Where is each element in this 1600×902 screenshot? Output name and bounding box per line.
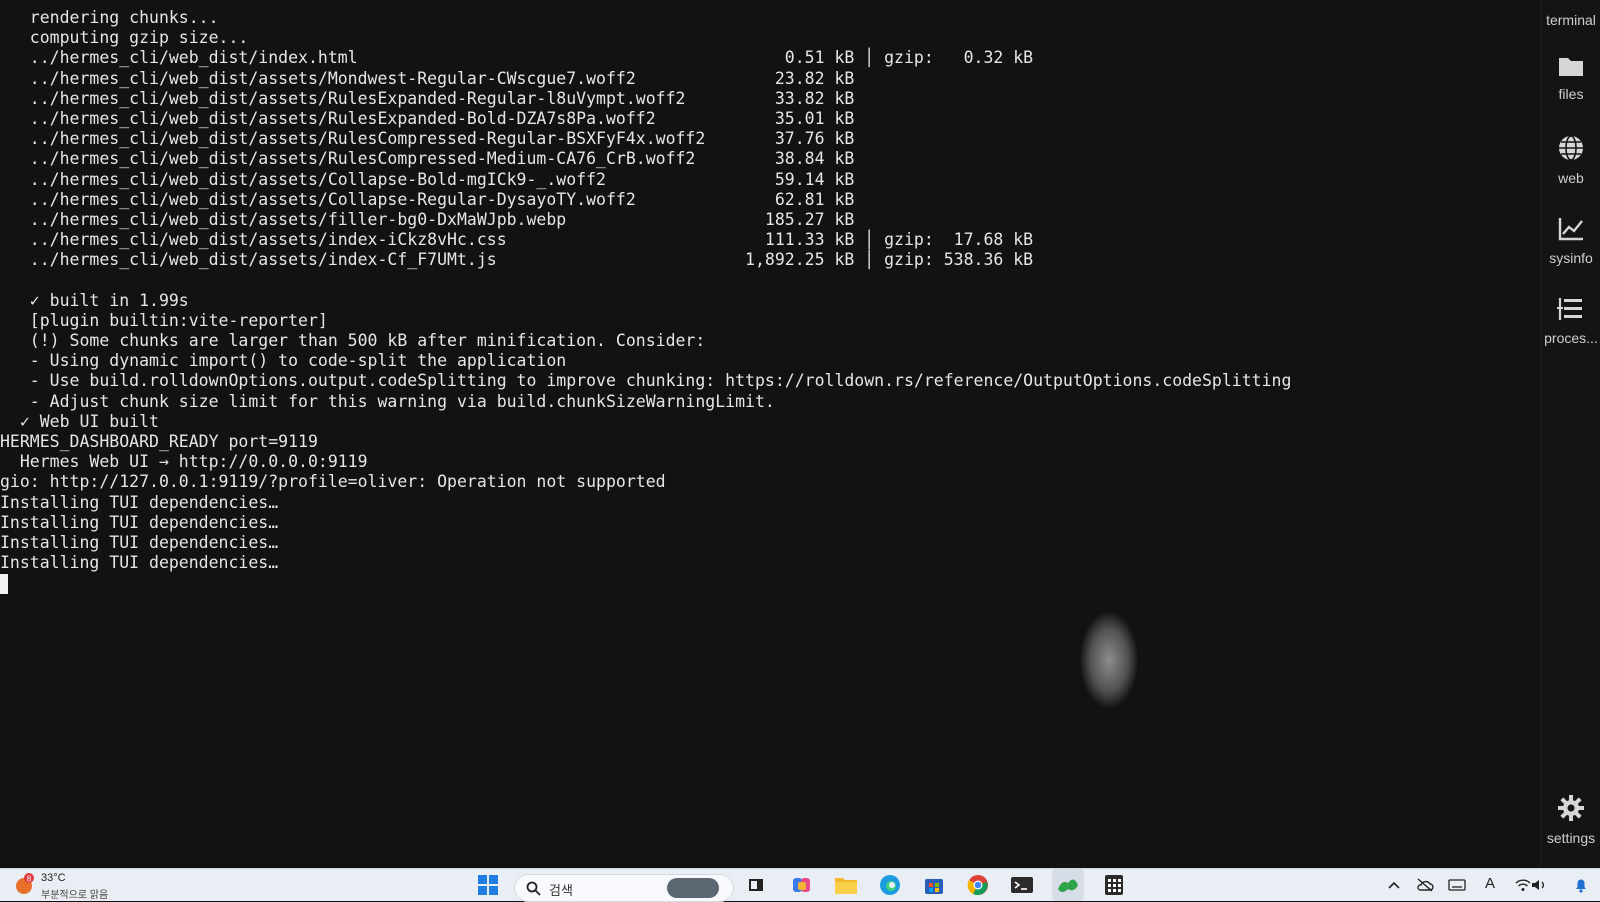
sidebar-item-sysinfo[interactable]: sysinfo xyxy=(1541,216,1600,266)
sidebar-item-label: terminal xyxy=(1546,12,1596,28)
blurred-overlay xyxy=(1080,612,1138,708)
taskbar-task-view[interactable] xyxy=(744,869,768,901)
terminal-line: Installing TUI dependencies… xyxy=(0,512,279,532)
start-button[interactable] xyxy=(474,869,502,901)
weather-sun-icon: 8 xyxy=(16,873,34,894)
terminal-line: (!) Some chunks are larger than 500 kB a… xyxy=(0,331,706,350)
sidebar-item-label: proces... xyxy=(1544,330,1598,346)
terminal-line: ../hermes_cli/web_dist/assets/index-iCkz… xyxy=(0,230,1034,250)
taskbar-search-box[interactable]: 검색 xyxy=(514,874,734,902)
terminal-line: ../hermes_cli/web_dist/assets/RulesExpan… xyxy=(0,108,855,128)
sidebar-item-web[interactable]: web xyxy=(1541,134,1600,186)
tray-notifications[interactable] xyxy=(1570,869,1592,901)
task-view-icon xyxy=(749,879,763,891)
taskbar-calculator[interactable] xyxy=(1100,869,1128,901)
terminal-cursor xyxy=(0,574,8,594)
calculator-icon xyxy=(1105,875,1123,895)
wifi-icon xyxy=(1515,879,1531,891)
terminal-line: ✓ built in 1.99s xyxy=(0,290,189,310)
terminal-line: gio: http://127.0.0.1:9119/?profile=oliv… xyxy=(0,472,666,492)
file-explorer-icon xyxy=(835,878,857,894)
terminal-line: - Use build.rolldownOptions.output.codeS… xyxy=(0,371,1292,391)
tray-overflow-button[interactable] xyxy=(1384,869,1404,901)
gear-icon xyxy=(1558,795,1584,821)
terminal-line: computing gzip size... xyxy=(0,28,249,48)
process-list-icon xyxy=(1557,298,1582,320)
search-highlight-image xyxy=(667,878,719,898)
sidebar-item-label: web xyxy=(1558,170,1584,186)
store-icon xyxy=(925,879,943,894)
line-chart-icon xyxy=(1558,218,1583,241)
weather-widget[interactable]: 8 xyxy=(10,869,38,901)
tray-input-language[interactable]: A xyxy=(1485,875,1495,892)
terminal-line: Installing TUI dependencies… xyxy=(0,553,279,573)
tray-keyboard[interactable] xyxy=(1446,869,1468,901)
terminal-line: ../hermes_cli/web_dist/assets/RulesCompr… xyxy=(0,129,855,149)
taskbar-file-explorer[interactable] xyxy=(832,869,860,901)
taskbar-terminal[interactable] xyxy=(1008,869,1036,901)
taskbar-active-app[interactable] xyxy=(1052,869,1084,901)
edge-browser-icon xyxy=(880,875,900,895)
chrome-browser-icon xyxy=(967,875,988,896)
terminal-line: Installing TUI dependencies… xyxy=(0,532,279,552)
terminal-line: ../hermes_cli/web_dist/assets/Collapse-B… xyxy=(0,169,855,189)
terminal-line: ../hermes_cli/web_dist/assets/filler-bg0… xyxy=(0,209,855,229)
terminal-line: ../hermes_cli/web_dist/assets/Mondwest-R… xyxy=(0,68,855,88)
terminal-line: ../hermes_cli/web_dist/index.html 0.51 k… xyxy=(0,48,1034,68)
terminal-pane[interactable]: rendering chunks... computing gzip size.… xyxy=(0,0,1540,868)
weather-description: 부분적으로 맑음 xyxy=(41,890,109,901)
sidebar-item-label: files xyxy=(1558,86,1584,102)
chevron-up-icon xyxy=(1388,881,1400,889)
search-placeholder: 검색 xyxy=(549,883,573,898)
tray-network-volume[interactable] xyxy=(1512,869,1552,901)
right-sidebar: terminal files web sysinfo proces... set… xyxy=(1540,0,1600,868)
search-icon xyxy=(526,881,541,896)
terminal-line: ✓ Web UI built xyxy=(0,411,159,431)
taskbar-store[interactable] xyxy=(920,869,948,901)
terminal-line: ../hermes_cli/web_dist/assets/index-Cf_F… xyxy=(0,250,1034,270)
terminal-icon xyxy=(1011,877,1033,893)
tray-cloud-status[interactable] xyxy=(1414,869,1436,901)
taskbar-chrome[interactable] xyxy=(964,869,992,901)
weather-badge: 8 xyxy=(27,875,32,884)
taskbar-copilot[interactable] xyxy=(788,869,816,901)
globe-icon xyxy=(1559,135,1583,161)
weather-temperature: 33°C xyxy=(41,872,66,884)
terminal-line: ../hermes_cli/web_dist/assets/RulesExpan… xyxy=(0,88,855,108)
terminal-line: rendering chunks... xyxy=(0,8,219,27)
terminal-line: Installing TUI dependencies… xyxy=(0,492,279,512)
terminal-line: [plugin builtin:vite-reporter] xyxy=(0,310,328,330)
windows-logo-icon xyxy=(478,875,498,895)
sidebar-item-label: sysinfo xyxy=(1549,250,1593,266)
terminal-line: - Using dynamic import() to code-split t… xyxy=(0,351,567,371)
terminal-line: ../hermes_cli/web_dist/assets/RulesCompr… xyxy=(0,149,855,169)
keyboard-icon xyxy=(1448,879,1466,891)
app-icon-green xyxy=(1058,879,1078,892)
terminal-line: - Adjust chunk size limit for this warni… xyxy=(0,391,775,411)
folder-icon xyxy=(1559,58,1583,76)
volume-icon xyxy=(1532,880,1544,890)
cloud-off-icon xyxy=(1417,878,1434,892)
copilot-icon xyxy=(793,878,810,892)
bell-icon xyxy=(1576,879,1586,893)
terminal-output: rendering chunks... computing gzip size.… xyxy=(0,8,1291,573)
terminal-line: HERMES_DASHBOARD_READY port=9119 xyxy=(0,431,318,451)
sidebar-item-terminal[interactable]: terminal xyxy=(1541,12,1600,28)
sidebar-item-label: settings xyxy=(1546,830,1596,846)
terminal-line: Hermes Web UI → http://0.0.0.0:9119 xyxy=(0,452,368,472)
sidebar-item-files[interactable]: files xyxy=(1541,54,1600,102)
sidebar-item-processes[interactable]: proces... xyxy=(1541,296,1600,346)
windows-taskbar: 8 33°C 부분적으로 맑음 검색 A xyxy=(0,868,1600,902)
terminal-line: ../hermes_cli/web_dist/assets/Collapse-R… xyxy=(0,189,855,209)
taskbar-edge[interactable] xyxy=(876,869,904,901)
sidebar-item-settings[interactable]: settings xyxy=(1541,794,1600,846)
